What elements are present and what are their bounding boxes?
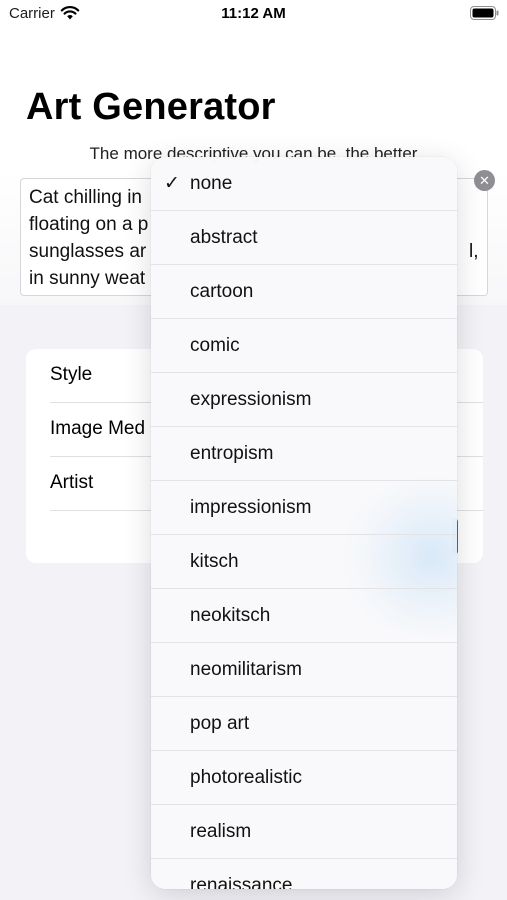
menu-item-label: renaissance	[190, 875, 293, 889]
checkmark-icon: ✓	[164, 173, 180, 194]
menu-item-label: realism	[190, 821, 252, 842]
menu-item-label: none	[190, 173, 233, 194]
settings-row-label: Style	[50, 364, 93, 385]
clock: 11:12 AM	[221, 5, 286, 22]
menu-item-comic[interactable]: comic	[151, 319, 457, 373]
menu-item-label: abstract	[190, 227, 258, 248]
menu-item-label: neokitsch	[190, 605, 271, 626]
menu-item-cartoon[interactable]: cartoon	[151, 265, 457, 319]
settings-row-label: Image Med	[50, 418, 146, 439]
menu-item-neomilitarism[interactable]: neomilitarism	[151, 643, 457, 697]
menu-item-label: cartoon	[190, 281, 254, 302]
prompt-fragment: l,	[469, 241, 479, 262]
menu-item-label: kitsch	[190, 551, 239, 572]
menu-item-entropism[interactable]: entropism	[151, 427, 457, 481]
clear-circle-icon[interactable]: ✕	[474, 170, 495, 191]
menu-item-photorealistic[interactable]: photorealistic	[151, 751, 457, 805]
status-bar: Carrier 11:12 AM	[0, 0, 507, 30]
menu-item-expressionism[interactable]: expressionism	[151, 373, 457, 427]
menu-item-label: impressionism	[190, 497, 312, 518]
menu-item-label: expressionism	[190, 389, 312, 410]
menu-item-label: photorealistic	[190, 767, 302, 788]
menu-item-realism[interactable]: realism	[151, 805, 457, 859]
menu-item-impressionism[interactable]: impressionism	[151, 481, 457, 535]
menu-item-abstract[interactable]: abstract	[151, 211, 457, 265]
menu-item-kitsch[interactable]: kitsch	[151, 535, 457, 589]
menu-item-renaissance[interactable]: renaissance	[151, 859, 457, 889]
settings-row-label: Artist	[50, 472, 94, 493]
menu-item-label: pop art	[190, 713, 250, 734]
menu-item-neokitsch[interactable]: neokitsch	[151, 589, 457, 643]
battery-icon	[470, 6, 499, 20]
menu-item-label: entropism	[190, 443, 274, 464]
page-title: Art Generator	[26, 86, 276, 128]
style-dropdown-menu: ✓ none abstract cartoon comic expression…	[151, 157, 457, 889]
menu-item-label: neomilitarism	[190, 659, 302, 680]
menu-item-pop-art[interactable]: pop art	[151, 697, 457, 751]
menu-item-none[interactable]: ✓ none	[151, 157, 457, 211]
menu-item-label: comic	[190, 335, 240, 356]
